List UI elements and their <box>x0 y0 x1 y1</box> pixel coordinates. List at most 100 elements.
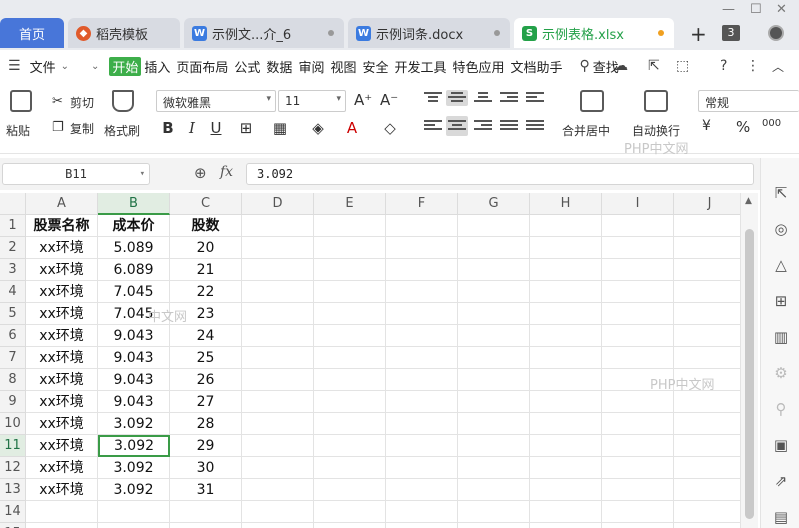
merge-center-icon[interactable] <box>580 90 604 112</box>
wrap-text-button[interactable]: 自动换行 <box>632 122 680 139</box>
cell-A13[interactable]: xx环境 <box>26 479 98 501</box>
cell-H10[interactable] <box>530 413 602 435</box>
menu-review[interactable]: 审阅 <box>295 57 327 76</box>
row-header[interactable]: 4 <box>0 281 26 303</box>
backup-icon[interactable]: ▤ <box>772 508 790 526</box>
cell-A6[interactable]: xx环境 <box>26 325 98 347</box>
cell-I9[interactable] <box>602 391 674 413</box>
number-format-select[interactable]: 常规 <box>698 90 799 112</box>
cell-F7[interactable] <box>386 347 458 369</box>
indent-increase-icon[interactable] <box>526 90 544 106</box>
fill-color-icon[interactable]: ◈ <box>308 118 328 138</box>
cell-C13[interactable]: 31 <box>170 479 242 501</box>
cell-C6[interactable]: 24 <box>170 325 242 347</box>
menu-home[interactable]: 开始 <box>109 56 142 76</box>
cloud-sync-icon[interactable]: ☁ <box>614 58 628 74</box>
vertical-scrollbar[interactable]: ▲ <box>740 193 758 528</box>
cell-F5[interactable] <box>386 303 458 325</box>
tab-spreadsheet[interactable]: S 示例表格.xlsx <box>514 18 674 48</box>
cell-D3[interactable] <box>242 259 314 281</box>
fill-icon[interactable]: △ <box>772 256 790 274</box>
cell-D9[interactable] <box>242 391 314 413</box>
column-header[interactable]: C <box>170 193 242 215</box>
cell-I4[interactable] <box>602 281 674 303</box>
search-icon[interactable]: ⚲ <box>580 58 590 74</box>
cell-B6[interactable]: 9.043 <box>98 325 170 347</box>
cell-C4[interactable]: 22 <box>170 281 242 303</box>
cell-A9[interactable]: xx环境 <box>26 391 98 413</box>
cell-F15[interactable] <box>386 523 458 528</box>
font-name-select[interactable]: 微软雅黑 ▾ <box>156 90 276 112</box>
cell-G10[interactable] <box>458 413 530 435</box>
select-all-corner[interactable] <box>0 193 26 215</box>
cell-H13[interactable] <box>530 479 602 501</box>
cell-E8[interactable] <box>314 369 386 391</box>
cell-A4[interactable]: xx环境 <box>26 281 98 303</box>
cell-H14[interactable] <box>530 501 602 523</box>
cell-H12[interactable] <box>530 457 602 479</box>
cell-A14[interactable] <box>26 501 98 523</box>
fx-icon[interactable]: fx <box>220 164 233 180</box>
share-icon[interactable]: ⇱ <box>648 58 660 74</box>
cell-J4[interactable] <box>674 281 740 303</box>
chevron-down-icon[interactable]: ⌄ <box>91 61 99 72</box>
cell-I1[interactable] <box>602 215 674 237</box>
cell-F6[interactable] <box>386 325 458 347</box>
cell-J2[interactable] <box>674 237 740 259</box>
shapes-icon[interactable]: ◎ <box>772 220 790 238</box>
chart-icon[interactable]: ▥ <box>772 328 790 346</box>
clear-format-icon[interactable]: ◇ <box>380 118 400 138</box>
cell-E9[interactable] <box>314 391 386 413</box>
cell-A1[interactable]: 股票名称 <box>26 215 98 237</box>
cell-I12[interactable] <box>602 457 674 479</box>
paste-button[interactable]: 粘贴 <box>6 122 30 139</box>
cell-J1[interactable] <box>674 215 740 237</box>
row-header[interactable]: 9 <box>0 391 26 413</box>
menu-special-apps[interactable]: 特色应用 <box>450 57 508 76</box>
format-painter-icon[interactable] <box>112 90 134 112</box>
cell-J13[interactable] <box>674 479 740 501</box>
close-icon[interactable]: ✕ <box>776 2 787 17</box>
cell-F11[interactable] <box>386 435 458 457</box>
image-icon[interactable]: ▣ <box>772 436 790 454</box>
column-header[interactable]: H <box>530 193 602 215</box>
row-header[interactable]: 15 <box>0 523 26 528</box>
cell-C1[interactable]: 股数 <box>170 215 242 237</box>
merge-center-button[interactable]: 合并居中 <box>562 122 610 139</box>
cell-C15[interactable] <box>170 523 242 528</box>
row-header[interactable]: 8 <box>0 369 26 391</box>
cell-H5[interactable] <box>530 303 602 325</box>
cell-H3[interactable] <box>530 259 602 281</box>
menu-developer[interactable]: 开发工具 <box>391 57 449 76</box>
align-bottom-icon[interactable] <box>474 90 492 106</box>
cell-I3[interactable] <box>602 259 674 281</box>
grid-apps-icon[interactable]: ⊞ <box>772 292 790 310</box>
tab-document-1[interactable]: W 示例文...介_6 <box>184 18 344 48</box>
cell-D6[interactable] <box>242 325 314 347</box>
cell-J11[interactable] <box>674 435 740 457</box>
cell-I7[interactable] <box>602 347 674 369</box>
cell-E11[interactable] <box>314 435 386 457</box>
help-icon[interactable]: ? <box>720 58 727 74</box>
cell-E12[interactable] <box>314 457 386 479</box>
row-header[interactable]: 2 <box>0 237 26 259</box>
maximize-icon[interactable]: ☐ <box>750 2 762 17</box>
cell-H15[interactable] <box>530 523 602 528</box>
scroll-up-icon[interactable]: ▲ <box>745 196 752 206</box>
cell-H11[interactable] <box>530 435 602 457</box>
cell-E2[interactable] <box>314 237 386 259</box>
column-header[interactable]: E <box>314 193 386 215</box>
cell-G15[interactable] <box>458 523 530 528</box>
row-header[interactable]: 5 <box>0 303 26 325</box>
cell-E10[interactable] <box>314 413 386 435</box>
cell-E5[interactable] <box>314 303 386 325</box>
cell-E6[interactable] <box>314 325 386 347</box>
cell-I11[interactable] <box>602 435 674 457</box>
tab-count-badge[interactable]: 3 <box>722 25 740 41</box>
cell-G3[interactable] <box>458 259 530 281</box>
currency-icon[interactable]: ¥ <box>702 118 711 134</box>
font-color-icon[interactable]: A <box>342 118 362 138</box>
decrease-font-icon[interactable]: A⁻ <box>380 91 398 109</box>
copy-button[interactable]: 复制 <box>70 120 94 137</box>
chevron-down-icon[interactable]: ⌄ <box>61 61 69 72</box>
